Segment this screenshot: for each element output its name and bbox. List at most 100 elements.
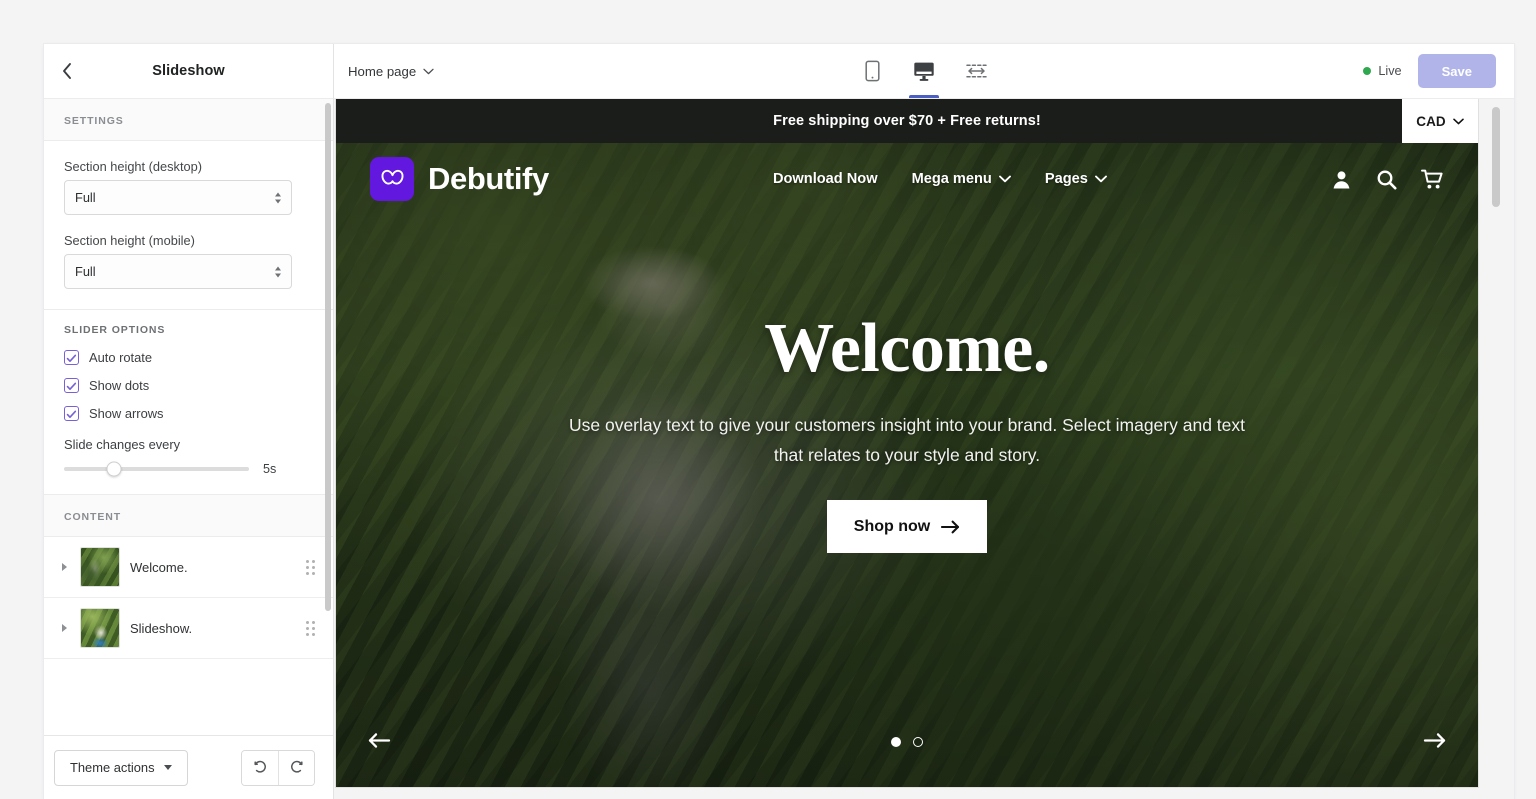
nav-item-label: Download Now xyxy=(772,171,878,187)
live-status-dot xyxy=(1363,67,1372,75)
sidebar-scrollbar[interactable] xyxy=(325,103,331,611)
section-height-mobile-label: Section height (mobile) xyxy=(64,233,195,248)
expand-caret-icon[interactable] xyxy=(58,563,70,571)
chevron-down-icon xyxy=(423,68,434,74)
chevron-down-icon xyxy=(1452,118,1464,124)
checkbox-label: Show dots xyxy=(89,378,150,393)
stepper-icon xyxy=(275,266,281,277)
save-button[interactable]: Save xyxy=(1417,54,1496,88)
sidebar-footer: Theme actions xyxy=(44,735,333,799)
device-mobile-button[interactable] xyxy=(854,44,890,98)
checkbox-checked-icon xyxy=(64,406,79,421)
currency-selector[interactable]: CAD xyxy=(1402,99,1478,143)
slide-interval-row: 5s xyxy=(64,461,313,477)
drag-handle-icon[interactable] xyxy=(306,559,315,575)
settings-section-heading: SETTINGS xyxy=(44,99,333,141)
device-desktop-button[interactable] xyxy=(906,44,942,98)
chevron-down-icon xyxy=(1094,175,1107,183)
nav-item-label: Pages xyxy=(1044,171,1088,187)
expand-caret-icon[interactable] xyxy=(58,624,70,632)
theme-actions-button[interactable]: Theme actions xyxy=(54,749,188,786)
checkbox-auto-rotate[interactable]: Auto rotate xyxy=(64,350,313,365)
nav-item-mega-menu[interactable]: Mega menu xyxy=(912,171,1011,187)
slide-dots xyxy=(336,737,1478,747)
brand-name: Debutify xyxy=(428,161,549,196)
section-height-mobile-select[interactable]: Full xyxy=(64,254,292,289)
redo-button[interactable] xyxy=(278,750,314,785)
checkbox-show-arrows[interactable]: Show arrows xyxy=(64,406,313,421)
slide-interval-value: 5s xyxy=(263,462,277,476)
storefront-preview: Free shipping over $70 + Free returns! C… xyxy=(336,99,1478,787)
device-preview-switcher xyxy=(854,44,994,98)
theme-editor-window: Slideshow SETTINGS Section height (deskt… xyxy=(44,44,1514,799)
main-area: Home page Live Save Free shipping over $… xyxy=(334,44,1514,799)
slide-thumbnail xyxy=(80,547,120,587)
chevron-down-icon xyxy=(163,765,172,770)
nav-item-pages[interactable]: Pages xyxy=(1045,171,1107,187)
slide-interval-slider[interactable] xyxy=(64,461,249,477)
list-item[interactable]: Welcome. xyxy=(44,537,333,598)
sidebar-scroll-area: SETTINGS Section height (desktop) Full S… xyxy=(44,99,333,735)
drag-handle-icon[interactable] xyxy=(306,620,315,636)
undo-button[interactable] xyxy=(242,750,278,785)
desktop-icon xyxy=(914,62,934,81)
settings-panel: Section height (desktop) Full Section he… xyxy=(44,141,333,309)
brand-logo[interactable]: Debutify xyxy=(370,157,549,201)
slide-interval-label: Slide changes every xyxy=(64,437,181,452)
hero-subtitle: Use overlay text to give your customers … xyxy=(568,415,1245,466)
full-width-icon xyxy=(965,64,987,78)
stepper-icon xyxy=(275,192,281,203)
list-item-label: Welcome. xyxy=(130,559,188,575)
undo-redo-group xyxy=(241,749,315,786)
nav-item-label: Mega menu xyxy=(911,171,992,187)
checkbox-show-dots[interactable]: Show dots xyxy=(64,378,313,393)
theme-actions-label: Theme actions xyxy=(70,760,155,775)
search-icon[interactable] xyxy=(1376,169,1397,190)
arrow-right-icon xyxy=(941,520,960,534)
chevron-left-icon xyxy=(63,63,71,79)
slide-thumbnail xyxy=(80,608,120,648)
live-status[interactable]: Live xyxy=(1363,64,1402,78)
toolbar-right: Live Save xyxy=(1363,54,1496,88)
storefront-nav: Download Now Mega menu Pages xyxy=(773,171,1107,187)
account-icon[interactable] xyxy=(1331,169,1352,190)
list-item[interactable]: Slideshow. xyxy=(44,598,333,659)
redo-icon xyxy=(291,760,303,773)
announcement-bar: Free shipping over $70 + Free returns! C… xyxy=(336,99,1478,143)
shop-now-button[interactable]: Shop now xyxy=(826,500,988,554)
slide-dot[interactable] xyxy=(913,737,923,747)
list-item-label: Slideshow. xyxy=(130,620,193,636)
arrow-right-icon xyxy=(1423,732,1446,748)
page-selector-label: Home page xyxy=(348,63,417,79)
preview-scrollbar[interactable] xyxy=(1492,107,1500,207)
checkbox-label: Show arrows xyxy=(89,406,164,421)
content-section-heading: CONTENT xyxy=(44,494,333,537)
back-button[interactable] xyxy=(44,62,90,80)
mobile-icon xyxy=(864,60,880,82)
slide-next-button[interactable] xyxy=(1418,723,1452,757)
slider-knob[interactable] xyxy=(106,461,122,477)
section-height-desktop-value: Full xyxy=(75,190,96,205)
checkbox-checked-icon xyxy=(64,378,79,393)
sidebar-title: Slideshow xyxy=(152,63,225,79)
editor-toolbar: Home page Live Save xyxy=(334,44,1514,99)
live-status-label: Live xyxy=(1378,64,1402,78)
hero-title: Welcome. xyxy=(764,310,1050,387)
device-full-width-button[interactable] xyxy=(958,44,994,98)
section-height-desktop-select[interactable]: Full xyxy=(64,180,292,215)
page-selector[interactable]: Home page xyxy=(348,64,434,79)
sidebar-header: Slideshow xyxy=(44,44,333,99)
undo-icon xyxy=(253,760,266,773)
slide-dot-active[interactable] xyxy=(891,737,901,747)
checkbox-label: Auto rotate xyxy=(89,350,153,365)
currency-value: CAD xyxy=(1416,113,1446,129)
chevron-down-icon xyxy=(998,175,1011,183)
section-height-desktop-label: Section height (desktop) xyxy=(64,159,203,174)
cart-icon[interactable] xyxy=(1421,169,1444,190)
slider-options-panel: SLIDER OPTIONS Auto rotate Show dots Sho… xyxy=(44,310,333,494)
announcement-text: Free shipping over $70 + Free returns! xyxy=(773,113,1041,129)
butterfly-icon xyxy=(370,157,414,201)
nav-item-download-now[interactable]: Download Now xyxy=(773,171,878,187)
section-height-mobile-value: Full xyxy=(75,264,96,279)
storefront-header: Debutify Download Now Mega menu Pages xyxy=(336,143,1478,215)
